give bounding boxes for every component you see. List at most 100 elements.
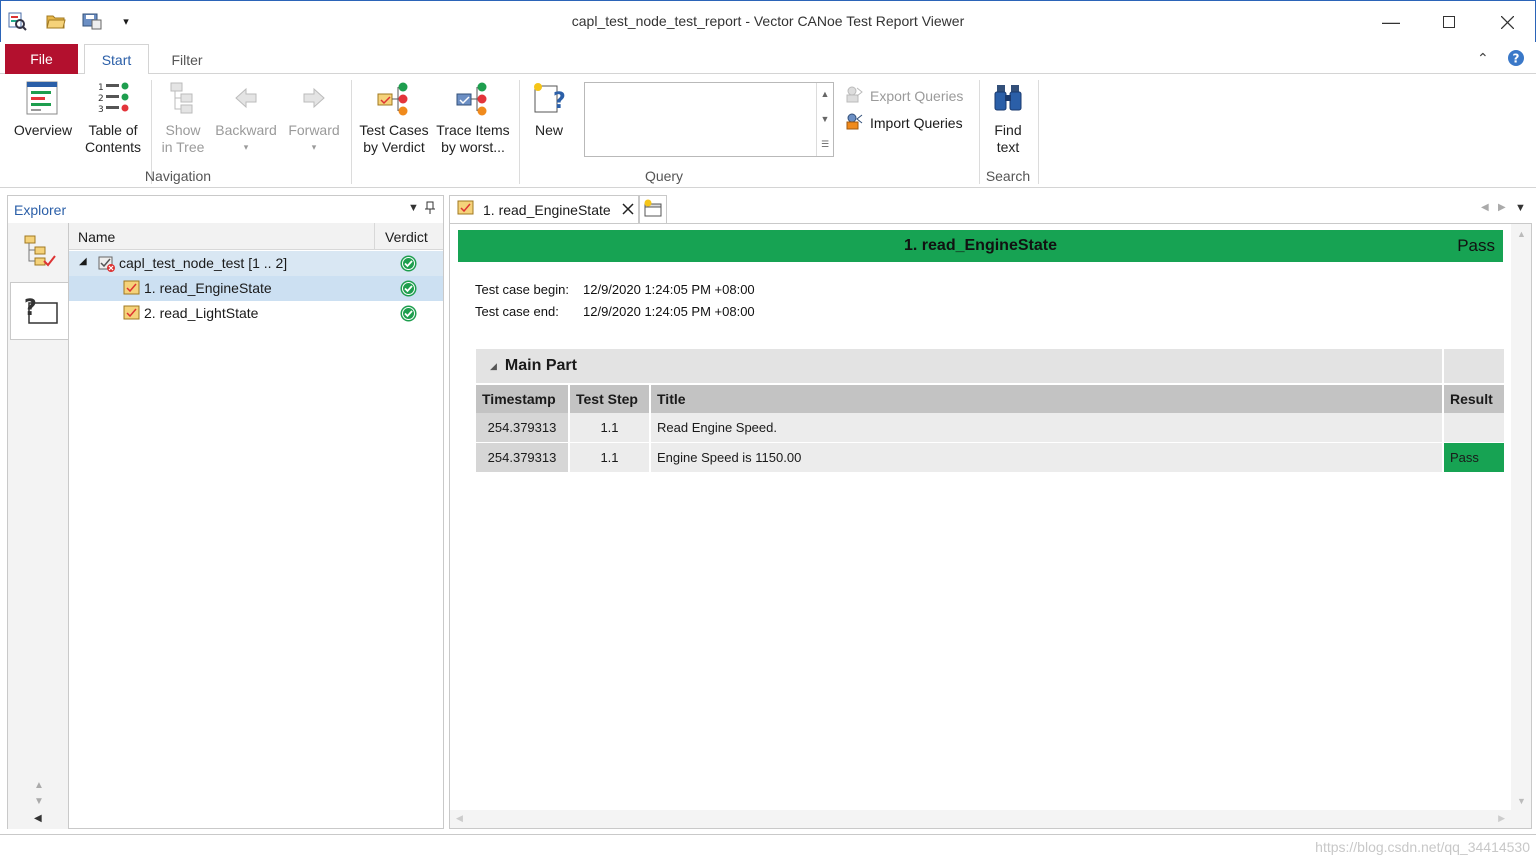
tab-filter[interactable]: Filter: [157, 44, 217, 75]
explorer-title: Explorer: [14, 201, 67, 218]
forward-dropdown-icon[interactable]: ▾: [284, 139, 344, 156]
scroll-down-icon[interactable]: ▼: [817, 108, 833, 130]
table-row: 254.379313 1.1 Engine Speed is 1150.00 P…: [476, 443, 1504, 473]
test-case-end: Test case end: 12/9/2020 1:24:05 PM +08:0…: [475, 304, 755, 319]
test-cases-by-verdict-button[interactable]: Test Cases by Verdict: [358, 80, 430, 156]
trace-items-icon: [455, 80, 491, 116]
arrow-right-icon: [296, 80, 332, 116]
export-queries-icon: [844, 84, 864, 107]
ribbon: Overview 123 Table of Contents Show in T…: [0, 74, 1536, 188]
query-group-label: Query: [644, 168, 684, 184]
query-list[interactable]: ▲ ▼ ☰: [584, 82, 834, 157]
table-row: 254.379313 1.1 Read Engine Speed.: [476, 413, 1504, 443]
test-tree: Name Verdict ◢ capl_test_node_test [1 ..…: [69, 223, 443, 829]
minimize-button[interactable]: —: [1368, 7, 1414, 37]
new-query-button[interactable]: ? New: [526, 80, 572, 139]
document-horizontal-scrollbar[interactable]: ◀ ▶: [450, 810, 1531, 828]
tab-start[interactable]: Start: [84, 44, 149, 75]
timestamp-cell: 254.379313: [476, 443, 570, 473]
tree-item-read-enginestate[interactable]: 1. read_EngineState: [69, 276, 443, 301]
tab-file[interactable]: File: [5, 44, 78, 74]
close-tab-icon[interactable]: [622, 202, 634, 218]
side-scroll-up-icon[interactable]: ▲: [34, 780, 44, 791]
find-text-button[interactable]: Find text: [986, 80, 1030, 156]
ribbon-tab-bar: File Start Filter ⌃ ?: [0, 42, 1536, 75]
collapse-triangle-icon[interactable]: ◢: [79, 256, 87, 267]
report-document: 1. read_EngineState Pass Test case begin…: [449, 223, 1532, 829]
show-in-tree-button[interactable]: Show in Tree: [158, 80, 208, 156]
navigation-group-label: Navigation: [144, 168, 212, 184]
collapse-ribbon-icon[interactable]: ⌃: [1477, 50, 1489, 67]
document-tab-bar: 1. read_EngineState ◀ ▶ ▼: [449, 195, 1532, 223]
table-of-contents-icon: 123: [95, 80, 131, 116]
tree-item-read-lightstate[interactable]: 2. read_LightState: [69, 301, 443, 326]
title-bar: ▾ capl_test_node_test_report - Vector CA…: [0, 0, 1536, 42]
maximize-button[interactable]: [1426, 7, 1472, 37]
queries-view-button[interactable]: ?: [10, 282, 68, 340]
svg-text:3: 3: [98, 105, 104, 115]
test-case-banner: 1. read_EngineState Pass: [458, 230, 1503, 262]
test-steps-table: Timestamp Test Step Title Result 254.379…: [476, 383, 1504, 473]
tree-view-icon: [22, 234, 56, 271]
import-queries-button[interactable]: Import Queries: [844, 111, 963, 134]
side-collapse-icon[interactable]: ◀: [34, 813, 42, 824]
title-cell: Read Engine Speed.: [651, 413, 1444, 443]
test-step-cell: 1.1: [570, 443, 651, 473]
search-group-label: Search: [985, 168, 1031, 184]
test-case-begin: Test case begin: 12/9/2020 1:24:05 PM +08…: [475, 282, 755, 297]
column-divider: [374, 223, 375, 250]
query-list-scrollbar[interactable]: ▲ ▼ ☰: [816, 83, 833, 156]
tree-item-label: 1. read_EngineState: [144, 280, 272, 296]
explorer-menu-icon[interactable]: ▼: [408, 202, 419, 214]
backward-dropdown-icon[interactable]: ▾: [212, 139, 280, 156]
explorer-side-toolbar: ? ▲ ▼ ◀: [8, 223, 69, 829]
banner-title: 1. read_EngineState: [904, 237, 1057, 254]
tabs-scroll-right-icon[interactable]: ▶: [1498, 202, 1506, 213]
svg-text:?: ?: [1513, 52, 1520, 66]
new-query-icon: ?: [531, 80, 567, 116]
scroll-up-icon[interactable]: ▲: [817, 83, 833, 105]
forward-button[interactable]: Forward ▾: [284, 80, 344, 156]
column-name-header[interactable]: Name: [78, 229, 115, 245]
timestamp-cell: 254.379313: [476, 413, 570, 443]
new-tab-button[interactable]: [639, 195, 667, 223]
result-header: Result: [1444, 383, 1504, 413]
tree-item-label: capl_test_node_test [1 .. 2]: [119, 255, 288, 271]
explorer-header: Explorer ▼: [8, 196, 443, 223]
scroll-down-icon[interactable]: ▼: [1517, 796, 1526, 806]
ribbon-separator: [519, 80, 520, 184]
help-icon[interactable]: ?: [1507, 49, 1525, 70]
scroll-left-icon[interactable]: ◀: [456, 813, 463, 824]
svg-text:2: 2: [98, 94, 104, 104]
side-scroll-down-icon[interactable]: ▼: [34, 796, 44, 807]
tabs-scroll-left-icon[interactable]: ◀: [1481, 202, 1489, 213]
svg-text:?: ?: [24, 296, 37, 321]
overview-button[interactable]: Overview: [10, 80, 76, 139]
explorer-pane: Explorer ▼ ? ▲ ▼ ◀ Name Verdict ◢ capl_t…: [7, 195, 444, 829]
overview-icon: [25, 80, 61, 116]
query-view-icon: ?: [21, 293, 59, 330]
tree-item-test-node[interactable]: ◢ capl_test_node_test [1 .. 2]: [69, 251, 443, 276]
table-of-contents-button[interactable]: 123 Table of Contents: [82, 80, 144, 156]
new-tab-icon: [643, 199, 663, 220]
document-vertical-scrollbar[interactable]: ▲ ▼: [1511, 224, 1531, 828]
ribbon-separator: [351, 80, 352, 184]
scroll-right-icon[interactable]: ▶: [1498, 813, 1505, 824]
main-part-section[interactable]: ◢ Main Part: [476, 349, 1504, 383]
close-window-button[interactable]: [1484, 7, 1530, 37]
tabs-menu-icon[interactable]: ▼: [1515, 202, 1526, 214]
tab-read-enginestate[interactable]: 1. read_EngineState: [449, 195, 639, 223]
test-tree-view-button[interactable]: [10, 223, 68, 281]
export-queries-button[interactable]: Export Queries: [844, 84, 963, 107]
pin-icon[interactable]: [425, 201, 435, 218]
test-case-icon: [123, 280, 141, 299]
backward-button[interactable]: Backward ▾: [212, 80, 280, 156]
test-cases-verdict-icon: [376, 80, 412, 116]
trace-items-by-worst-button[interactable]: Trace Items by worst...: [434, 80, 512, 156]
column-verdict-header[interactable]: Verdict: [385, 229, 428, 245]
ribbon-separator: [1038, 80, 1039, 184]
section-collapse-icon[interactable]: ◢: [490, 361, 497, 372]
expand-list-icon[interactable]: ☰: [817, 133, 833, 155]
banner-verdict: Pass: [1457, 236, 1495, 255]
scroll-up-icon[interactable]: ▲: [1517, 229, 1526, 239]
